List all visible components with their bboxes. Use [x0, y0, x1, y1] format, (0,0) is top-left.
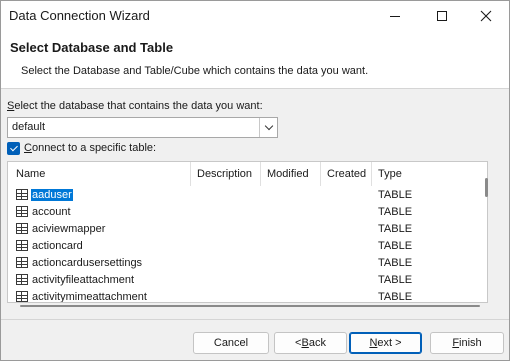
- back-button-accelerator: B: [301, 337, 309, 349]
- table-row[interactable]: actioncard TABLE: [8, 238, 478, 255]
- database-select-value: default: [12, 121, 46, 133]
- table-icon: [16, 189, 28, 200]
- table-row[interactable]: actioncardusersettings TABLE: [8, 255, 478, 272]
- table-row-type: TABLE: [378, 257, 413, 269]
- finish-button[interactable]: Finish: [430, 332, 504, 354]
- table-row-type: TABLE: [378, 274, 413, 286]
- table-icon: [16, 240, 28, 251]
- cancel-button[interactable]: Cancel: [193, 332, 269, 354]
- page-description: Select the Database and Table/Cube which…: [21, 65, 369, 77]
- connect-specific-table-checkbox[interactable]: [7, 142, 20, 155]
- title-bar: Data Connection Wizard: [1, 1, 509, 31]
- table-row-type: TABLE: [378, 189, 413, 201]
- table-list[interactable]: Name Description Modified Created Type a…: [7, 161, 488, 303]
- table-icon: [16, 223, 28, 234]
- table-row-name: aaduser: [31, 189, 73, 201]
- next-button-label: ext >: [377, 337, 402, 349]
- table-icon: [16, 291, 28, 302]
- table-row-name: activityfileattachment: [32, 274, 135, 286]
- horizontal-scrollbar-thumb[interactable]: [20, 305, 480, 307]
- maximize-icon: [437, 11, 447, 21]
- minimize-button[interactable]: [372, 1, 418, 31]
- finish-button-label: inish: [459, 337, 482, 349]
- table-row-name: actioncardusersettings: [32, 257, 143, 269]
- minimize-icon: [390, 15, 400, 17]
- table-row-type: TABLE: [378, 240, 413, 252]
- next-button[interactable]: Next >: [349, 332, 422, 354]
- table-row-name: account: [32, 206, 71, 218]
- wizard-header: Select Database and Table Select the Dat…: [1, 31, 509, 89]
- window-title: Data Connection Wizard: [9, 8, 150, 23]
- column-header-name[interactable]: Name: [8, 162, 191, 186]
- table-row-type: TABLE: [378, 291, 413, 303]
- close-icon: [480, 10, 492, 22]
- table-row-name: activitymimeattachment: [32, 291, 147, 303]
- table-icon: [16, 257, 28, 268]
- data-connection-wizard-window: Data Connection Wizard Select Database a…: [0, 0, 510, 361]
- table-row[interactable]: activitymimeattachment TABLE: [8, 289, 478, 303]
- table-row-name: aciviewmapper: [32, 223, 106, 235]
- finish-button-accelerator: F: [452, 337, 460, 349]
- close-button[interactable]: [463, 1, 509, 31]
- vertical-scrollbar-thumb[interactable]: [485, 178, 488, 197]
- table-row[interactable]: aaduser TABLE: [8, 187, 478, 204]
- table-icon: [16, 206, 28, 217]
- table-row-name: actioncard: [32, 240, 83, 252]
- table-icon: [16, 274, 28, 285]
- page-title: Select Database and Table: [10, 40, 174, 55]
- footer-divider: [1, 319, 509, 320]
- column-header-modified[interactable]: Modified: [261, 162, 321, 186]
- database-label-text: elect the database that contains the dat…: [14, 100, 263, 112]
- table-row-type: TABLE: [378, 206, 413, 218]
- back-button-label: ack: [308, 337, 326, 349]
- column-header-type[interactable]: Type: [372, 162, 472, 186]
- table-row-type: TABLE: [378, 223, 413, 235]
- next-button-accelerator: N: [369, 337, 378, 349]
- connect-label-accelerator: C: [24, 142, 32, 154]
- chevron-down-icon: [264, 121, 273, 131]
- checkmark-icon: [9, 143, 18, 152]
- maximize-button[interactable]: [419, 1, 465, 31]
- connect-label-text: onnect to a specific table:: [31, 142, 157, 154]
- connect-specific-table-label[interactable]: Connect to a specific table:: [24, 142, 156, 154]
- table-row[interactable]: activityfileattachment TABLE: [8, 272, 478, 289]
- table-row[interactable]: account TABLE: [8, 204, 478, 221]
- database-label: Select the database that contains the da…: [7, 100, 263, 112]
- database-dropdown-button[interactable]: [259, 118, 277, 137]
- column-header-description[interactable]: Description: [191, 162, 261, 186]
- table-row[interactable]: aciviewmapper TABLE: [8, 221, 478, 238]
- column-header-created[interactable]: Created: [321, 162, 372, 186]
- back-button[interactable]: < Back: [274, 332, 347, 354]
- database-select[interactable]: default: [7, 117, 278, 138]
